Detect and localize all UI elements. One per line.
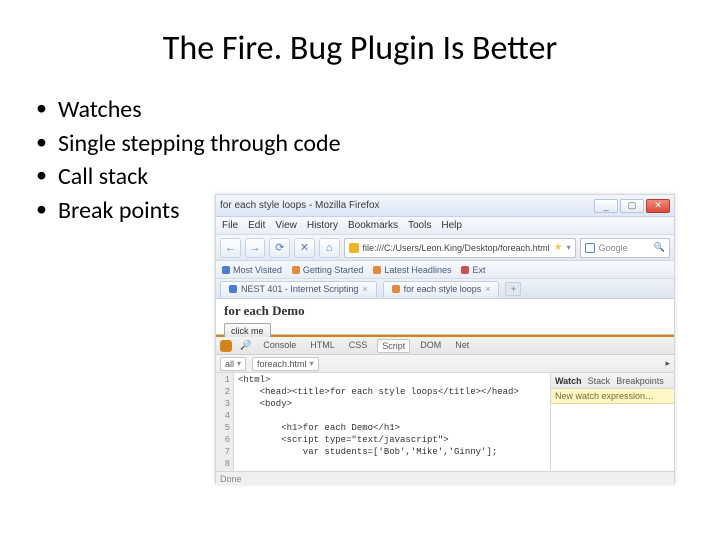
firebug-panel: 🔎 Console HTML CSS Script DOM Net all ▾ … bbox=[216, 335, 674, 485]
tab-strip: NEST 401 - Internet Scripting × for each… bbox=[216, 279, 674, 299]
bullet-item: Watches bbox=[36, 93, 720, 127]
chevron-down-icon: ▾ bbox=[237, 359, 241, 368]
forward-button[interactable]: → bbox=[245, 238, 266, 258]
script-file-select[interactable]: foreach.html ▾ bbox=[252, 357, 319, 371]
minimize-button[interactable]: _ bbox=[594, 199, 618, 213]
google-icon bbox=[585, 243, 595, 253]
bookmark-latest-headlines[interactable]: Latest Headlines bbox=[373, 265, 451, 275]
bullet-item: Single stepping through code bbox=[36, 127, 720, 161]
side-tab-breakpoints[interactable]: Breakpoints bbox=[616, 376, 664, 386]
line-gutter: 1 2 3 4 5 6 7 8 9 10 bbox=[216, 373, 234, 471]
new-watch-input[interactable]: New watch expression… bbox=[551, 389, 674, 404]
bookmark-getting-started[interactable]: Getting Started bbox=[292, 265, 364, 275]
firebug-tab-html[interactable]: HTML bbox=[306, 339, 339, 353]
menu-view[interactable]: View bbox=[275, 220, 297, 231]
stop-button[interactable]: ✕ bbox=[294, 238, 315, 258]
ext-icon bbox=[461, 266, 469, 274]
tab-close-icon[interactable]: × bbox=[362, 284, 367, 294]
reload-button[interactable]: ⟳ bbox=[269, 238, 290, 258]
page-content: for each Demo click me bbox=[216, 299, 674, 335]
menu-edit[interactable]: Edit bbox=[248, 220, 265, 231]
firebug-tab-net[interactable]: Net bbox=[451, 339, 473, 353]
menu-bookmarks[interactable]: Bookmarks bbox=[348, 220, 398, 231]
back-button[interactable]: ← bbox=[220, 238, 241, 258]
menu-file[interactable]: File bbox=[222, 220, 238, 231]
chevron-down-icon: ▾ bbox=[310, 359, 314, 368]
status-bar: Done bbox=[216, 471, 674, 485]
bullet-item: Call stack bbox=[36, 160, 720, 194]
menu-history[interactable]: History bbox=[307, 220, 338, 231]
tab-close-icon[interactable]: × bbox=[485, 284, 490, 294]
bookmark-label: Getting Started bbox=[303, 265, 364, 275]
bookmark-label: Latest Headlines bbox=[384, 265, 451, 275]
firebug-tab-console[interactable]: Console bbox=[259, 339, 300, 353]
new-tab-button[interactable]: + bbox=[505, 282, 521, 296]
slide-title: The Fire. Bug Plugin Is Better bbox=[0, 0, 720, 93]
bookmark-star-icon[interactable]: ★ bbox=[554, 242, 563, 253]
firebug-toolbar: 🔎 Console HTML CSS Script DOM Net bbox=[216, 337, 674, 355]
firebug-tab-script[interactable]: Script bbox=[377, 339, 410, 353]
url-input[interactable]: file:///C:/Users/Leon.King/Desktop/forea… bbox=[344, 238, 576, 258]
window-titlebar: for each style loops - Mozilla Firefox _… bbox=[216, 195, 674, 217]
rss-icon bbox=[373, 266, 381, 274]
tab-nest401[interactable]: NEST 401 - Internet Scripting × bbox=[220, 281, 377, 297]
favicon-icon bbox=[349, 243, 359, 253]
firebug-icon[interactable] bbox=[220, 340, 232, 352]
bookmarks-bar: Most Visited Getting Started Latest Head… bbox=[216, 261, 674, 279]
filter-label: all bbox=[225, 359, 234, 369]
embedded-screenshot: for each style loops - Mozilla Firefox _… bbox=[215, 194, 675, 484]
url-dropdown-icon[interactable]: ▾ bbox=[567, 243, 571, 252]
code-view[interactable]: 1 2 3 4 5 6 7 8 9 10 <html> <head><title… bbox=[216, 373, 550, 471]
maximize-button[interactable]: ▢ bbox=[620, 199, 644, 213]
menubar: File Edit View History Bookmarks Tools H… bbox=[216, 217, 674, 235]
tab-label: NEST 401 - Internet Scripting bbox=[241, 284, 358, 294]
script-filter-select[interactable]: all ▾ bbox=[220, 357, 246, 371]
menu-tools[interactable]: Tools bbox=[408, 220, 431, 231]
tab-label: for each style loops bbox=[404, 284, 482, 294]
file-label: foreach.html bbox=[257, 359, 307, 369]
firebug-tab-dom[interactable]: DOM bbox=[416, 339, 445, 353]
firebug-tab-css[interactable]: CSS bbox=[345, 339, 372, 353]
tab-foreach[interactable]: for each style loops × bbox=[383, 281, 500, 297]
inspect-icon[interactable]: 🔎 bbox=[240, 340, 251, 351]
clickme-button[interactable]: click me bbox=[224, 323, 271, 338]
folder-icon bbox=[222, 266, 230, 274]
bookmark-ext[interactable]: Ext bbox=[461, 265, 485, 275]
close-button[interactable]: ✕ bbox=[646, 199, 670, 213]
bookmark-most-visited[interactable]: Most Visited bbox=[222, 265, 282, 275]
tab-favicon-icon bbox=[229, 285, 237, 293]
search-input[interactable]: Google 🔍 bbox=[580, 238, 670, 258]
bookmark-label: Most Visited bbox=[233, 265, 282, 275]
nav-toolbar: ← → ⟳ ✕ ⌂ file:///C:/Users/Leon.King/Des… bbox=[216, 235, 674, 261]
tab-favicon-icon bbox=[392, 285, 400, 293]
side-tab-watch[interactable]: Watch bbox=[555, 376, 582, 386]
search-icon[interactable]: 🔍 bbox=[654, 242, 665, 253]
menu-help[interactable]: Help bbox=[441, 220, 462, 231]
window-title: for each style loops - Mozilla Firefox bbox=[220, 200, 380, 211]
search-placeholder: Google bbox=[599, 243, 628, 253]
home-button[interactable]: ⌂ bbox=[319, 238, 340, 258]
page-icon bbox=[292, 266, 300, 274]
page-heading: for each Demo bbox=[224, 303, 666, 319]
code-lines: <html> <head><title>for each style loops… bbox=[234, 373, 523, 471]
step-controls-icon[interactable]: ▸ bbox=[665, 358, 670, 369]
bookmark-label: Ext bbox=[472, 265, 485, 275]
firebug-sourcebar: all ▾ foreach.html ▾ ▸ bbox=[216, 355, 674, 373]
url-text: file:///C:/Users/Leon.King/Desktop/forea… bbox=[363, 243, 550, 253]
firebug-side-panel: Watch Stack Breakpoints New watch expres… bbox=[550, 373, 674, 471]
side-tab-stack[interactable]: Stack bbox=[588, 376, 611, 386]
